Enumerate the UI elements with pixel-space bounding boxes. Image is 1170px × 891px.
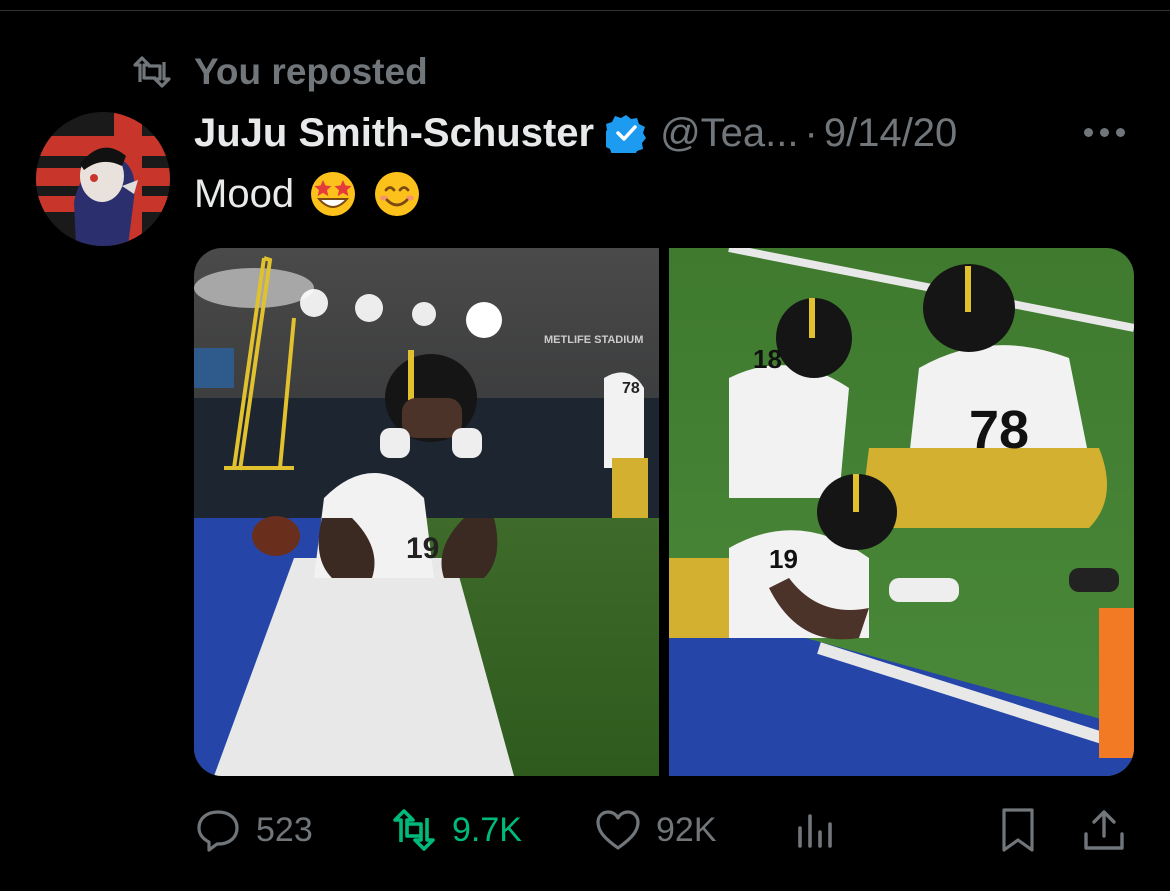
jersey-number: 18: [753, 344, 782, 374]
star-struck-emoji-icon: [311, 172, 356, 216]
separator: ·: [804, 110, 818, 155]
reply-icon: [197, 810, 239, 852]
repost-icon: [393, 809, 435, 851]
stadium-sign: METLIFE STADIUM: [544, 334, 643, 346]
more-icon[interactable]: [1084, 120, 1130, 144]
tweet-header: JuJu Smith-Schuster @Tea... · 9/14/20: [194, 106, 957, 160]
smiling-face-emoji-icon: [375, 172, 420, 216]
share-icon: [1084, 810, 1124, 850]
jersey-number: 19: [406, 532, 439, 565]
author-name[interactable]: JuJu Smith-Schuster: [194, 111, 594, 156]
author-handle[interactable]: @Tea...: [660, 111, 798, 156]
jersey-number: 78: [969, 400, 1029, 460]
reply-button[interactable]: 523: [194, 800, 313, 860]
avatar[interactable]: [36, 112, 170, 246]
repost-button[interactable]: 9.7K: [390, 800, 522, 860]
views-button[interactable]: [792, 800, 840, 860]
media-image-left[interactable]: METLIFE STADIUM 19 78: [194, 248, 659, 776]
bookmark-button[interactable]: [994, 800, 1042, 860]
tweet-text: Mood: [194, 171, 295, 216]
repost-icon: [133, 56, 171, 88]
media-image-right[interactable]: 78 18 19: [669, 248, 1134, 776]
verified-badge-icon: [606, 115, 647, 153]
tweet-text-row: Mood: [194, 166, 422, 222]
repost-context[interactable]: You reposted: [132, 50, 428, 94]
like-button[interactable]: 92K: [594, 800, 717, 860]
bookmark-icon: [1002, 808, 1034, 852]
tweet-actions: 523 9.7K 92K: [194, 800, 1134, 860]
like-icon: [596, 810, 640, 850]
share-button[interactable]: [1080, 800, 1128, 860]
divider: [0, 10, 1170, 11]
jersey-number: 19: [769, 544, 798, 574]
reply-count: 523: [256, 810, 313, 849]
like-count: 92K: [656, 810, 717, 849]
repost-label: You reposted: [194, 51, 428, 92]
media-grid[interactable]: METLIFE STADIUM 19 78 78 18 19: [194, 248, 1134, 776]
repost-count: 9.7K: [452, 810, 522, 849]
views-icon: [798, 814, 832, 848]
tweet-date[interactable]: 9/14/20: [824, 111, 957, 156]
jersey-number: 78: [622, 380, 640, 397]
